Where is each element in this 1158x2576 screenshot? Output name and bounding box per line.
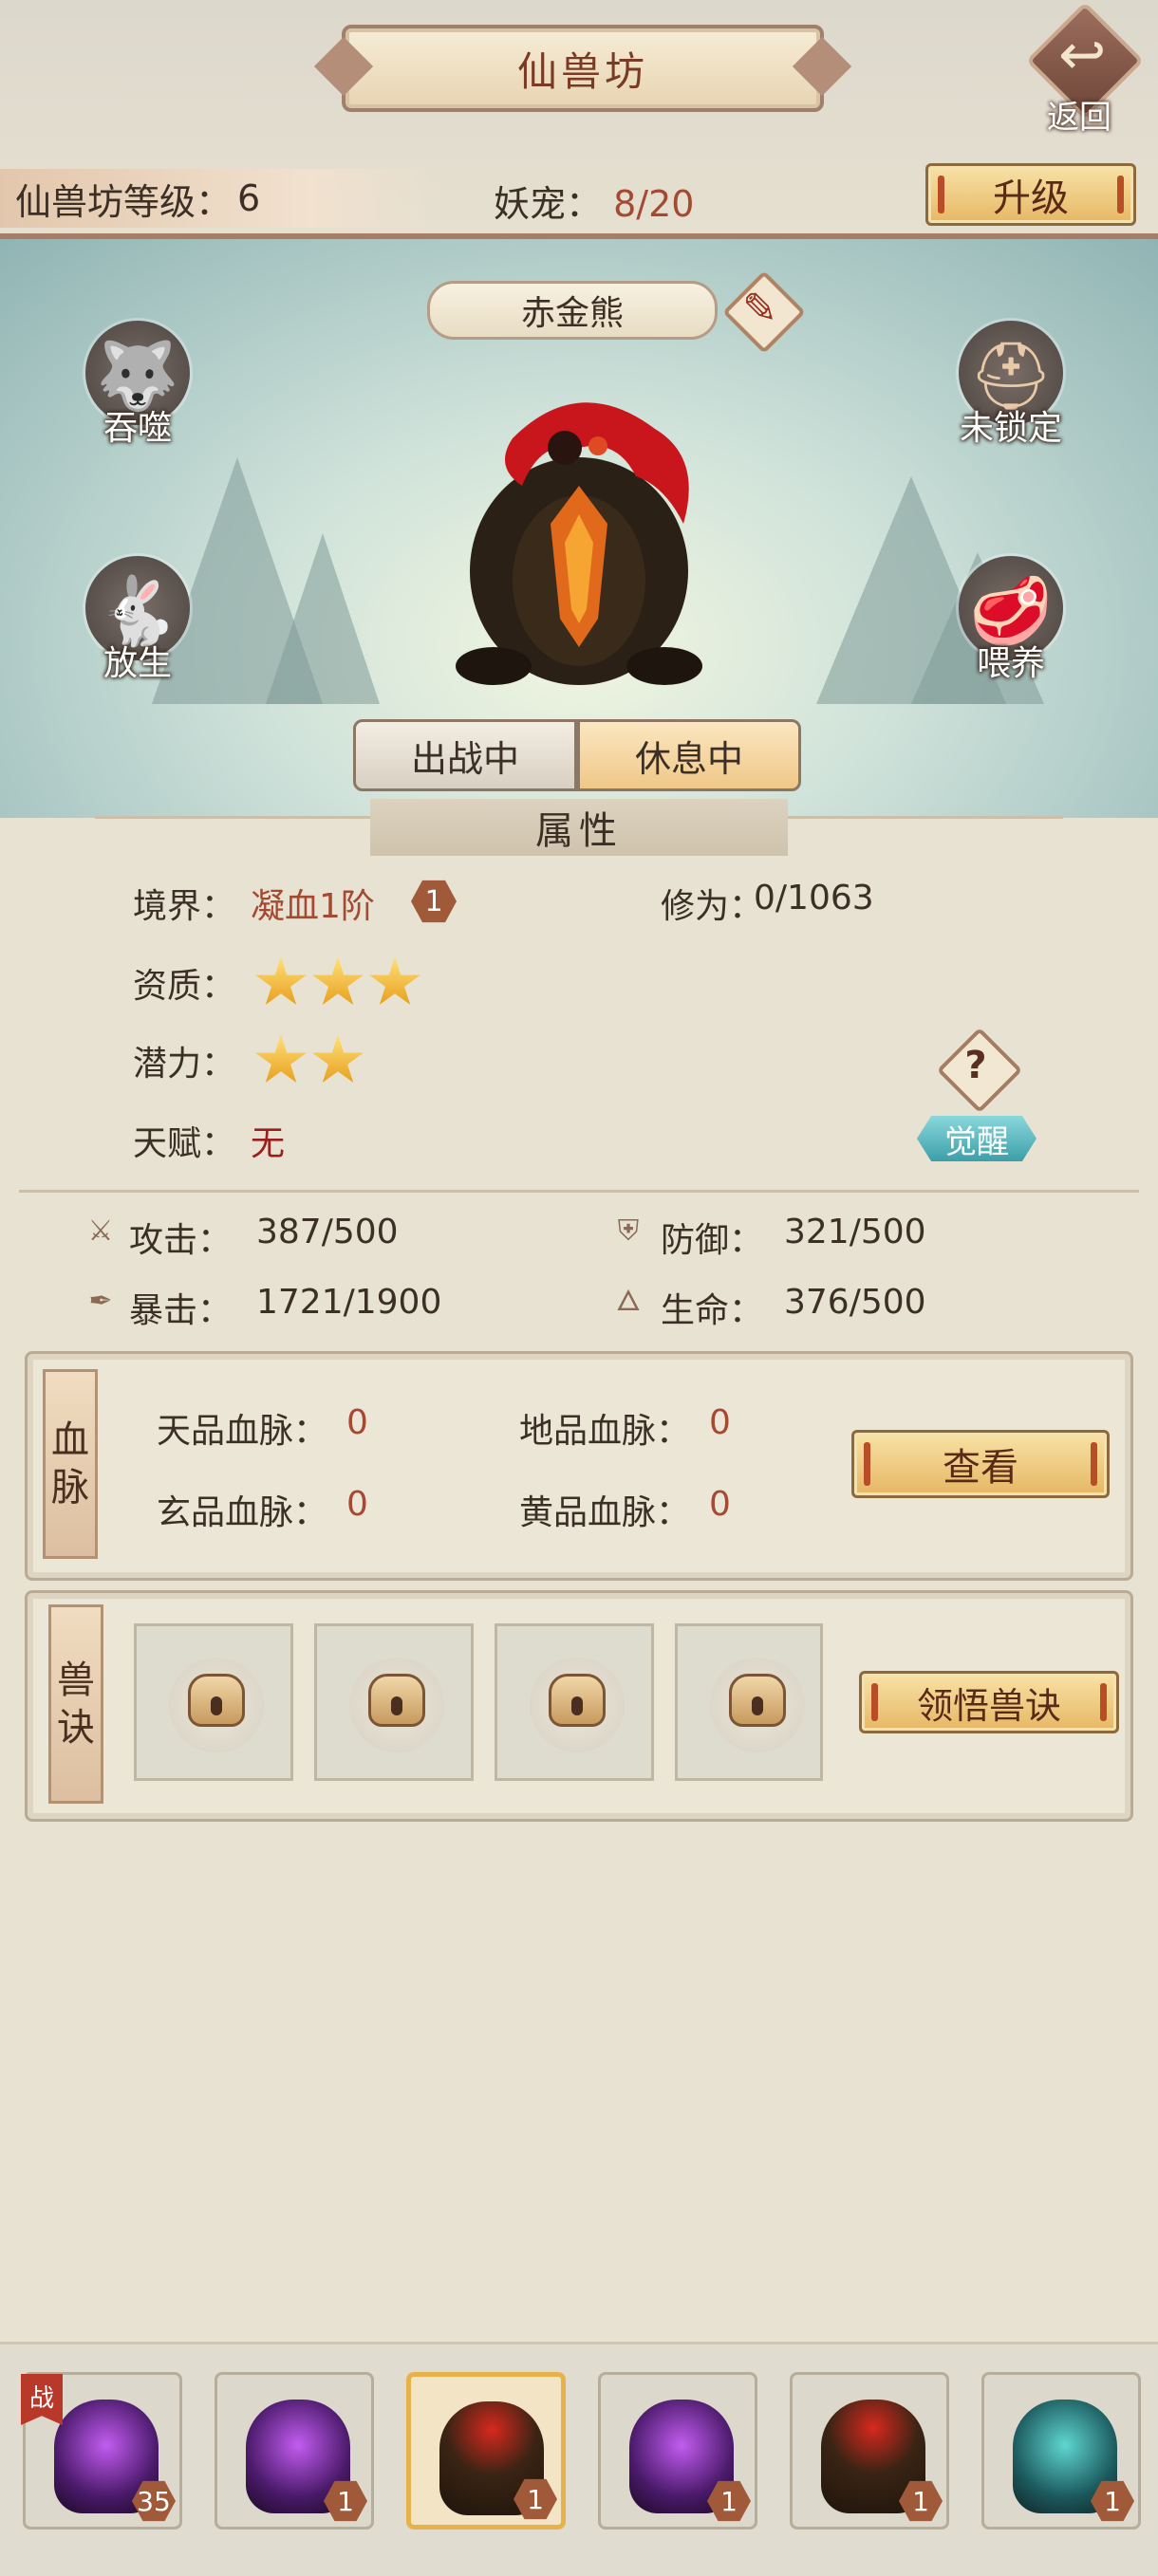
awaken-info-button[interactable]: ? — [936, 1027, 1023, 1114]
star-icon — [255, 956, 307, 1005]
pet-card[interactable]: 1 — [598, 2372, 757, 2530]
pet-roster-list: 35 1 1 1 1 1 — [0, 2372, 1158, 2533]
crit-icon: ✒ — [88, 1285, 113, 1318]
talent-label: 天赋： — [133, 1124, 236, 1163]
earth-bloodline-value: 0 — [709, 1403, 731, 1442]
lock-label: 未锁定 — [959, 409, 1062, 448]
hp-value: 376/500 — [784, 1283, 926, 1322]
question-icon: ? — [964, 1044, 987, 1087]
devour-label: 吞噬 — [103, 409, 172, 448]
heaven-bloodline-value: 0 — [346, 1403, 368, 1442]
realm-value: 凝血1阶 — [251, 887, 375, 926]
feed-label: 喂养 — [976, 644, 1045, 683]
keyhole — [571, 1696, 583, 1715]
learn-skill-button[interactable]: 领悟兽诀 — [859, 1671, 1119, 1733]
pet-card[interactable]: 1 — [406, 2372, 566, 2530]
pet-display-scene: 赤金熊 ✎ 🐺 吞噬 🐇 放生 ⛑ 未锁定 🥩 喂养 出战中 休息中 — [0, 239, 1158, 818]
deploy-status-tab[interactable]: 出战中 — [353, 719, 577, 791]
page-title: 仙兽坊 — [342, 25, 824, 112]
section-divider — [19, 1190, 1139, 1193]
beast-skills-tag-bottom: 诀 — [57, 1706, 95, 1750]
devour-button[interactable]: 🐺 吞噬 — [57, 321, 218, 463]
pet-card[interactable]: 1 — [981, 2372, 1141, 2530]
workshop-level-value: 6 — [237, 177, 261, 219]
realm-badge: 1 — [411, 880, 457, 923]
attributes-header: 属性 — [370, 799, 788, 856]
hp-label: 生命： — [661, 1291, 764, 1330]
mystic-bloodline-value: 0 — [346, 1485, 368, 1524]
bloodline-tag-top: 血 — [51, 1418, 89, 1462]
bloodline-panel: 血 脉 天品血脉： 0 地品血脉： 0 玄品血脉： 0 黄品血脉： 0 查看 — [25, 1351, 1133, 1581]
hp-icon: 🜂 — [615, 1285, 642, 1318]
earth-bloodline-label: 地品血脉： — [519, 1412, 691, 1451]
back-button[interactable]: ↩ 返回 — [1025, 1, 1145, 137]
crit-label: 暴击： — [129, 1291, 233, 1330]
mystic-bloodline-label: 玄品血脉： — [157, 1493, 328, 1532]
cultivation-value: 0/1063 — [754, 879, 874, 917]
yellow-bloodline-value: 0 — [709, 1485, 731, 1524]
status-toggle: 出战中 休息中 — [353, 719, 801, 791]
beast-skills-tag: 兽 诀 — [48, 1604, 103, 1804]
awaken-button[interactable]: 觉醒 — [917, 1116, 1037, 1161]
realm-label: 境界： — [133, 887, 236, 926]
star-icon — [255, 1034, 307, 1083]
back-label: 返回 — [1047, 99, 1111, 137]
potential-label: 潜力： — [133, 1045, 236, 1084]
aptitude-label: 资质： — [133, 967, 236, 1006]
beast-skills-panel: 兽 诀 领悟兽诀 — [25, 1590, 1133, 1822]
skill-slot-locked[interactable] — [134, 1623, 293, 1781]
yellow-bloodline-label: 黄品血脉： — [519, 1493, 691, 1532]
release-button[interactable]: 🐇 放生 — [57, 556, 218, 698]
star-icon — [312, 956, 364, 1005]
lock-button[interactable]: ⛑ 未锁定 — [930, 321, 1092, 463]
pet-card[interactable]: 1 — [790, 2372, 949, 2530]
star-icon — [312, 1034, 364, 1083]
release-label: 放生 — [103, 644, 172, 683]
defense-value: 321/500 — [784, 1213, 926, 1251]
pet-portrait — [456, 402, 702, 685]
feed-button[interactable]: 🥩 喂养 — [930, 556, 1092, 698]
pet-card[interactable]: 1 — [215, 2372, 374, 2530]
star-icon — [369, 956, 420, 1005]
view-bloodline-button[interactable]: 查看 — [851, 1430, 1110, 1498]
keyhole — [211, 1696, 222, 1715]
defense-label: 防御： — [661, 1221, 764, 1260]
skill-slot-locked[interactable] — [314, 1623, 474, 1781]
bloodline-tag: 血 脉 — [43, 1369, 98, 1559]
skill-slot-locked[interactable] — [495, 1623, 654, 1781]
workshop-level: 仙兽坊等级： 6 — [0, 169, 446, 228]
cultivation-label: 修为： — [661, 887, 764, 926]
attack-icon: ⚔ — [87, 1214, 114, 1248]
pet-count: 妖宠： 8/20 — [494, 175, 694, 227]
keyhole — [752, 1696, 763, 1715]
crit-value: 1721/1900 — [256, 1283, 442, 1322]
bloodline-tag-bottom: 脉 — [51, 1466, 89, 1510]
pet-count-value: 8/20 — [613, 183, 695, 225]
attack-value: 387/500 — [256, 1213, 399, 1251]
beast-skills-tag-top: 兽 — [57, 1659, 95, 1702]
attack-label: 攻击： — [129, 1221, 233, 1260]
workshop-level-label: 仙兽坊等级： — [15, 180, 233, 223]
rename-button[interactable]: ✎ — [722, 270, 806, 354]
return-arrow-icon: ↩ — [1058, 22, 1107, 88]
defense-icon: ⛨ — [617, 1214, 640, 1248]
upgrade-button[interactable]: 升级 — [925, 163, 1136, 226]
heaven-bloodline-label: 天品血脉： — [157, 1412, 328, 1451]
keyhole — [391, 1696, 402, 1715]
skill-slot-locked[interactable] — [675, 1623, 823, 1781]
rest-status-tab[interactable]: 休息中 — [577, 719, 801, 791]
talent-value: 无 — [251, 1124, 286, 1163]
brush-icon: ✎ — [742, 285, 777, 333]
pet-count-label: 妖宠： — [494, 183, 603, 225]
pet-name: 赤金熊 — [427, 281, 718, 340]
